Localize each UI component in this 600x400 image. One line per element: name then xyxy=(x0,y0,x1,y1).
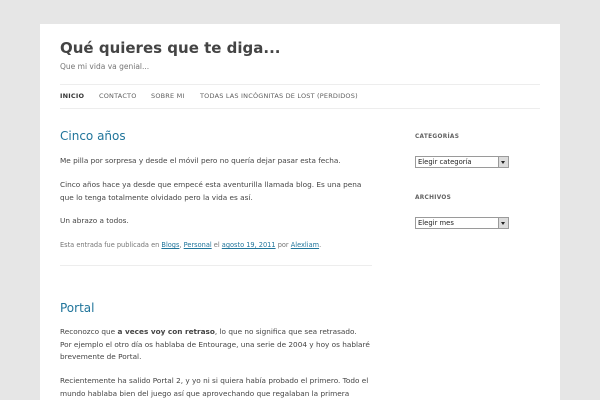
category-select-value: Elegir categoría xyxy=(418,158,472,166)
page-container: Qué quieres que te diga... Que mi vida v… xyxy=(40,24,560,400)
post-title-cinco-anos[interactable]: Cinco años xyxy=(60,129,126,143)
nav-item-inicio[interactable]: INICIO xyxy=(60,92,84,100)
post-paragraph: Cinco años hace ya desde que empecé esta… xyxy=(60,180,362,202)
nav-item-contacto[interactable]: CONTACTO xyxy=(99,92,137,100)
chevron-down-icon xyxy=(498,157,508,167)
author-link[interactable]: Alexliam xyxy=(291,241,319,249)
bold-text: a veces voy con retraso xyxy=(117,327,215,336)
widget-title-categories: CATEGORÍAS xyxy=(415,134,460,140)
archive-select-value: Elegir mes xyxy=(418,219,454,227)
post-paragraph: Me pilla por sorpresa y desde el móvil p… xyxy=(60,156,341,165)
post-paragraph: Un abrazo a todos. xyxy=(60,216,129,225)
post-divider xyxy=(60,265,372,266)
archive-select[interactable]: Elegir mes xyxy=(415,217,509,229)
main-navigation: INICIO CONTACTO SOBRE MI TODAS LAS INCÓG… xyxy=(60,84,540,109)
site-title[interactable]: Qué quieres que te diga... xyxy=(60,39,281,57)
category-link-blogs[interactable]: Blogs xyxy=(161,241,179,249)
post-paragraph: Reconozco que a veces voy con retraso, l… xyxy=(60,326,370,364)
post-date-link[interactable]: agosto 19, 2011 xyxy=(222,241,276,249)
meta-on: el xyxy=(213,241,220,249)
meta-separator: , xyxy=(179,241,182,249)
meta-prefix: Esta entrada fue publicada en xyxy=(60,241,160,249)
site-description: Que mi vida va genial... xyxy=(60,62,150,71)
post-paragraph: Recientemente ha salido Portal 2, y yo n… xyxy=(60,376,369,398)
paragraph-text: Reconozco que xyxy=(60,327,118,336)
chevron-down-icon xyxy=(498,218,508,228)
category-select[interactable]: Elegir categoría xyxy=(415,156,509,168)
post-meta: Esta entrada fue publicada en Blogs, Per… xyxy=(60,241,321,249)
post-title-portal[interactable]: Portal xyxy=(60,301,94,315)
meta-end: . xyxy=(319,241,322,249)
nav-item-incognitas-lost[interactable]: TODAS LAS INCÓGNITAS DE LOST (PERDIDOS) xyxy=(200,92,358,100)
category-link-personal[interactable]: Personal xyxy=(184,241,212,249)
meta-by: por xyxy=(277,241,289,249)
nav-item-sobre-mi[interactable]: SOBRE MI xyxy=(151,92,185,100)
widget-title-archives: ARCHIVOS xyxy=(415,195,452,201)
